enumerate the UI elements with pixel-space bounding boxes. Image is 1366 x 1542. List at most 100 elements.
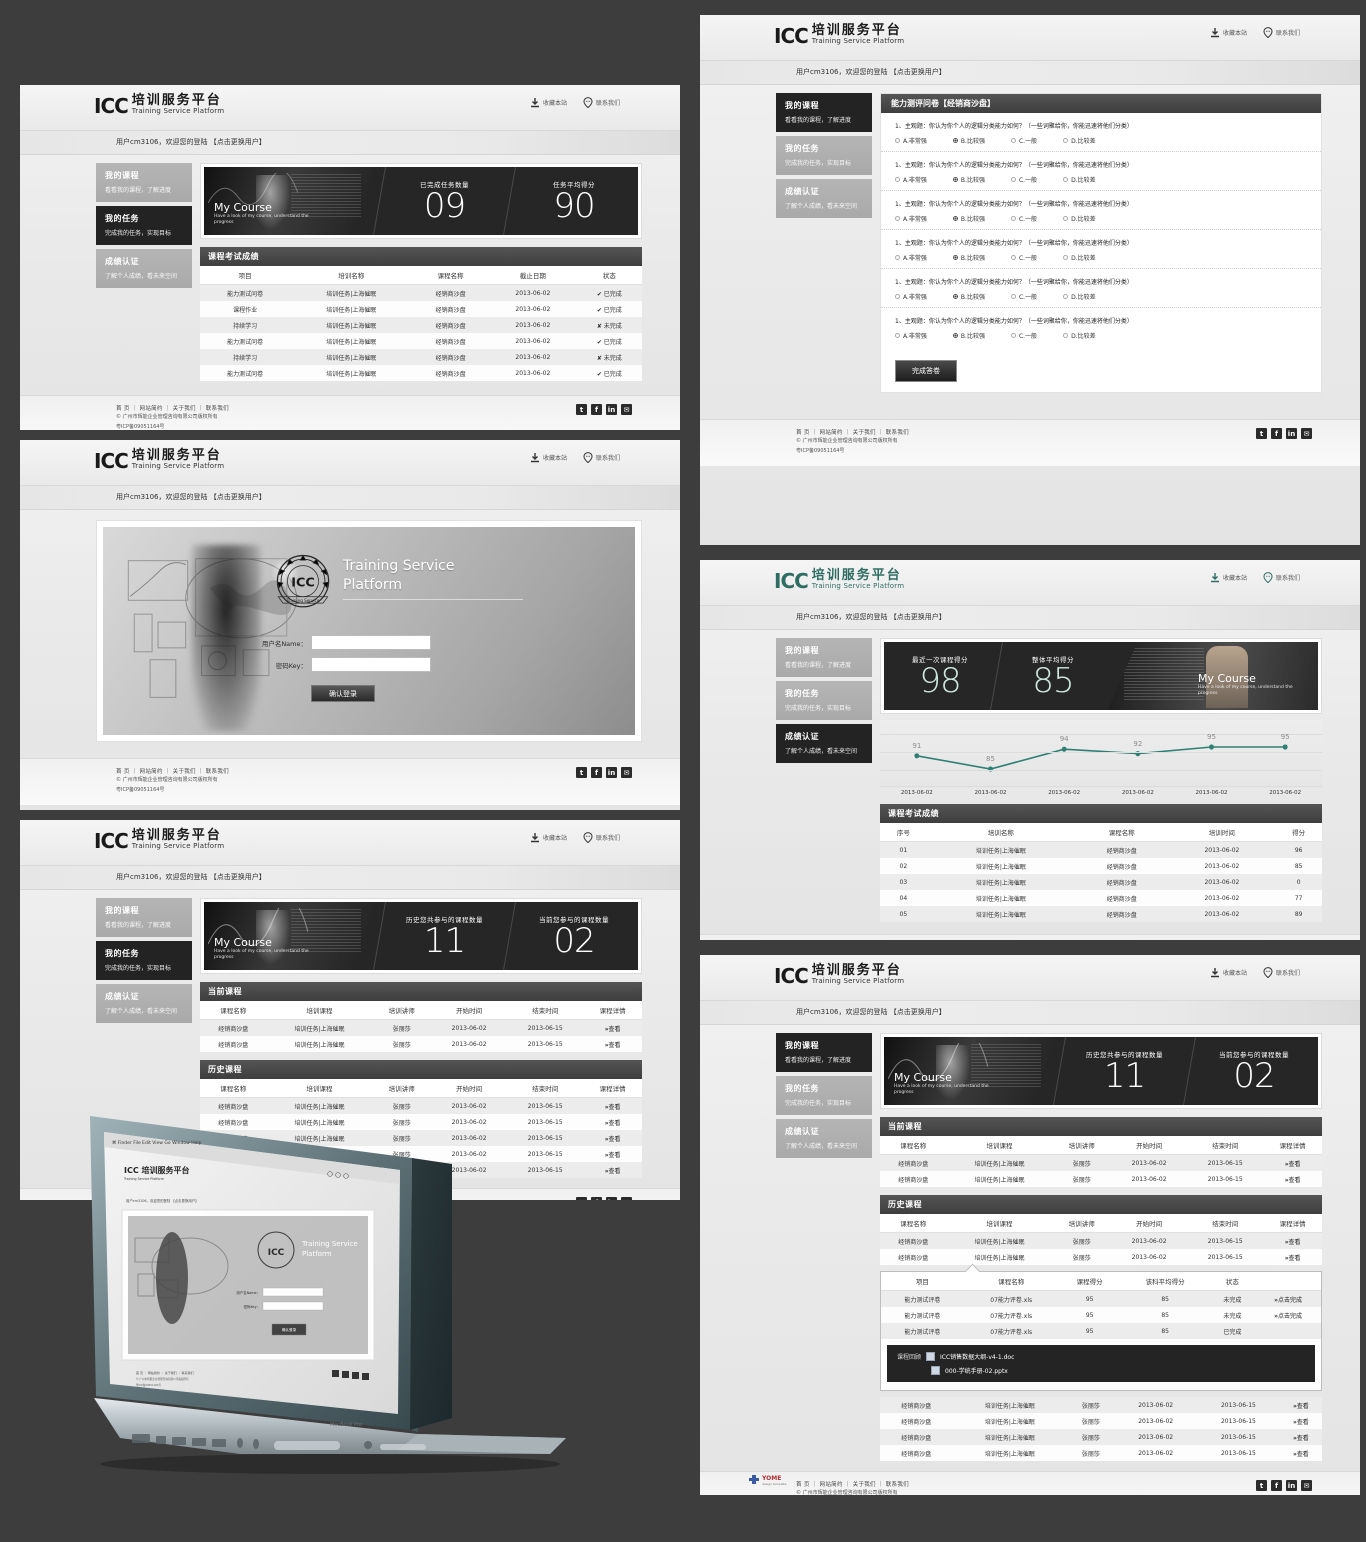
- quiz-option[interactable]: D.比较差: [1063, 292, 1096, 301]
- welcome-text[interactable]: 用户cm3106，欢迎您的登陆 【点击更换用户】: [116, 492, 266, 502]
- email-icon[interactable]: ✉: [621, 767, 632, 778]
- site-logo[interactable]: ICC 培训服务平台 Training Service Platform: [774, 964, 904, 986]
- linkedin-icon[interactable]: in: [1286, 428, 1297, 439]
- sidebar-item-certification[interactable]: 成绩认证 了解个人成绩，看未来空间: [96, 249, 192, 288]
- bookmark-link[interactable]: 收藏本站: [530, 97, 567, 108]
- contact-link[interactable]: 联系我们: [1263, 572, 1300, 583]
- radio-icon[interactable]: [895, 255, 900, 260]
- facebook-icon[interactable]: f: [591, 404, 602, 415]
- contact-link[interactable]: 联系我们: [1263, 967, 1300, 978]
- row-action-link[interactable]: 点击完成: [1278, 1297, 1302, 1304]
- site-logo[interactable]: ICC 培训服务平台 Training Service Platform: [94, 449, 224, 471]
- contact-link[interactable]: 联系我们: [583, 97, 620, 108]
- site-logo[interactable]: ICC 培训服务平台 Training Service Platform: [774, 569, 904, 591]
- sidebar-item-my-courses[interactable]: 我的课程 看看我的课程，了解进度: [776, 638, 872, 677]
- radio-icon[interactable]: [1010, 255, 1016, 260]
- sidebar-item-certification[interactable]: 成绩认证 了解个人成绩，看未来空间: [776, 724, 872, 763]
- username-input[interactable]: [311, 635, 431, 650]
- sidebar-item-certification[interactable]: 成绩认证 了解个人成绩，看未来空间: [776, 179, 872, 218]
- radio-icon[interactable]: [895, 333, 900, 338]
- row-action-link[interactable]: 查看: [1289, 1255, 1301, 1262]
- sidebar-item-my-tasks[interactable]: 我的任务 完成我的任务，实现目标: [776, 681, 872, 720]
- sidebar-item-certification[interactable]: 成绩认证 了解个人成绩，看未来空间: [776, 1119, 872, 1158]
- twitter-icon[interactable]: t: [1256, 1480, 1267, 1491]
- radio-icon[interactable]: [1063, 177, 1069, 182]
- quiz-option[interactable]: B.比较强: [952, 253, 985, 262]
- bookmark-link[interactable]: 收藏本站: [530, 832, 567, 843]
- row-action-link[interactable]: 查看: [1289, 1177, 1301, 1184]
- footer-nav[interactable]: 首 页 ｜ 网站简约 ｜ 关于我们 ｜ 联系我们: [796, 1480, 1322, 1488]
- email-icon[interactable]: ✉: [1301, 428, 1312, 439]
- row-action-link[interactable]: 查看: [1297, 1419, 1309, 1426]
- row-action-link[interactable]: 点击完成: [1278, 1313, 1302, 1320]
- quiz-option[interactable]: B.比较强: [952, 214, 985, 223]
- row-action-cell[interactable]: » 点击完成: [1255, 1307, 1321, 1323]
- sidebar-item-my-courses[interactable]: 我的课程 看看我的课程，了解进度: [96, 163, 192, 202]
- quiz-option[interactable]: B.比较强: [952, 292, 985, 301]
- radio-icon[interactable]: [952, 333, 958, 338]
- row-action-link[interactable]: 查看: [1297, 1403, 1309, 1410]
- quiz-option[interactable]: D.比较差: [1063, 253, 1096, 262]
- linkedin-icon[interactable]: in: [1286, 1480, 1297, 1491]
- bookmark-link[interactable]: 收藏本站: [530, 452, 567, 463]
- quiz-submit-button[interactable]: 完成答卷: [895, 360, 957, 382]
- quiz-option[interactable]: C.一般: [1010, 331, 1037, 340]
- welcome-text[interactable]: 用户cm3106，欢迎您的登陆 【点击更换用户】: [116, 872, 266, 882]
- contact-link[interactable]: 联系我们: [583, 452, 620, 463]
- welcome-text[interactable]: 用户cm3106，欢迎您的登陆 【点击更换用户】: [796, 1007, 946, 1017]
- password-input[interactable]: [311, 657, 431, 672]
- quiz-option[interactable]: A.非常强: [895, 175, 927, 184]
- footer-nav[interactable]: 首 页 ｜ 网站简约 ｜ 关于我们 ｜ 联系我们: [116, 404, 642, 412]
- site-logo[interactable]: ICC 培训服务平台 Training Service Platform: [94, 829, 224, 851]
- sidebar-item-my-courses[interactable]: 我的课程 看看我的课程，了解进度: [96, 898, 192, 937]
- row-action-cell[interactable]: » 查看: [1263, 1154, 1322, 1171]
- row-action-cell[interactable]: » 查看: [1263, 1171, 1322, 1187]
- welcome-text[interactable]: 用户cm3106，欢迎您的登陆 【点击更换用户】: [796, 67, 946, 77]
- row-action-cell[interactable]: » 点击完成: [1255, 1290, 1321, 1307]
- row-action-cell[interactable]: » 查看: [1279, 1445, 1322, 1461]
- welcome-text[interactable]: 用户cm3106，欢迎您的登陆 【点击更换用户】: [796, 612, 946, 622]
- login-submit-button[interactable]: 确认登录: [311, 685, 375, 702]
- footer-nav[interactable]: 首 页 ｜ 网站简约 ｜ 关于我们 ｜ 联系我们: [116, 767, 642, 775]
- row-action-cell[interactable]: » 查看: [1263, 1249, 1322, 1265]
- bookmark-link[interactable]: 收藏本站: [1210, 967, 1247, 978]
- quiz-option[interactable]: D.比较差: [1063, 136, 1096, 145]
- quiz-option[interactable]: D.比较差: [1063, 214, 1096, 223]
- quiz-option[interactable]: C.一般: [1010, 136, 1037, 145]
- quiz-option[interactable]: C.一般: [1010, 253, 1037, 262]
- quiz-option[interactable]: A.非常强: [895, 214, 927, 223]
- twitter-icon[interactable]: t: [1256, 428, 1267, 439]
- email-icon[interactable]: ✉: [1301, 1480, 1312, 1491]
- row-action-cell[interactable]: » 查看: [583, 1036, 642, 1052]
- row-action-cell[interactable]: » 查看: [1263, 1232, 1322, 1249]
- radio-icon[interactable]: [1063, 138, 1069, 143]
- row-action-link[interactable]: 查看: [1289, 1239, 1301, 1246]
- radio-icon[interactable]: [952, 138, 958, 143]
- row-action-cell[interactable]: » 查看: [1279, 1397, 1322, 1413]
- facebook-icon[interactable]: f: [1271, 428, 1282, 439]
- radio-icon[interactable]: [952, 216, 958, 221]
- sidebar-item-certification[interactable]: 成绩认证 了解个人成绩，看未来空间: [96, 984, 192, 1023]
- radio-icon[interactable]: [895, 177, 900, 182]
- radio-icon[interactable]: [895, 216, 900, 221]
- twitter-icon[interactable]: t: [576, 404, 587, 415]
- sidebar-item-my-courses[interactable]: 我的课程 看看我的课程，了解进度: [776, 1033, 872, 1072]
- quiz-option[interactable]: C.一般: [1010, 214, 1037, 223]
- twitter-icon[interactable]: t: [576, 767, 587, 778]
- quiz-option[interactable]: A.非常强: [895, 292, 927, 301]
- radio-icon[interactable]: [1063, 255, 1069, 260]
- sidebar-item-my-tasks[interactable]: 我的任务 完成我的任务，实现目标: [776, 136, 872, 175]
- file-row[interactable]: 000-学统手册-02.pptx: [931, 1366, 1305, 1375]
- quiz-option[interactable]: D.比较差: [1063, 331, 1096, 340]
- radio-icon[interactable]: [952, 294, 958, 299]
- row-action-link[interactable]: 查看: [1297, 1451, 1309, 1458]
- contact-link[interactable]: 联系我们: [583, 832, 620, 843]
- sidebar-item-my-courses[interactable]: 我的课程 看看我的课程，了解进度: [776, 93, 872, 132]
- file-name[interactable]: ICC销售数据大纲-v4-1.doc: [940, 1352, 1014, 1361]
- radio-icon[interactable]: [952, 177, 958, 182]
- facebook-icon[interactable]: f: [1271, 1480, 1282, 1491]
- linkedin-icon[interactable]: in: [606, 767, 617, 778]
- quiz-option[interactable]: C.一般: [1010, 292, 1037, 301]
- radio-icon[interactable]: [1010, 294, 1016, 299]
- site-logo[interactable]: ICC 培训服务平台 Training Service Platform: [774, 24, 904, 46]
